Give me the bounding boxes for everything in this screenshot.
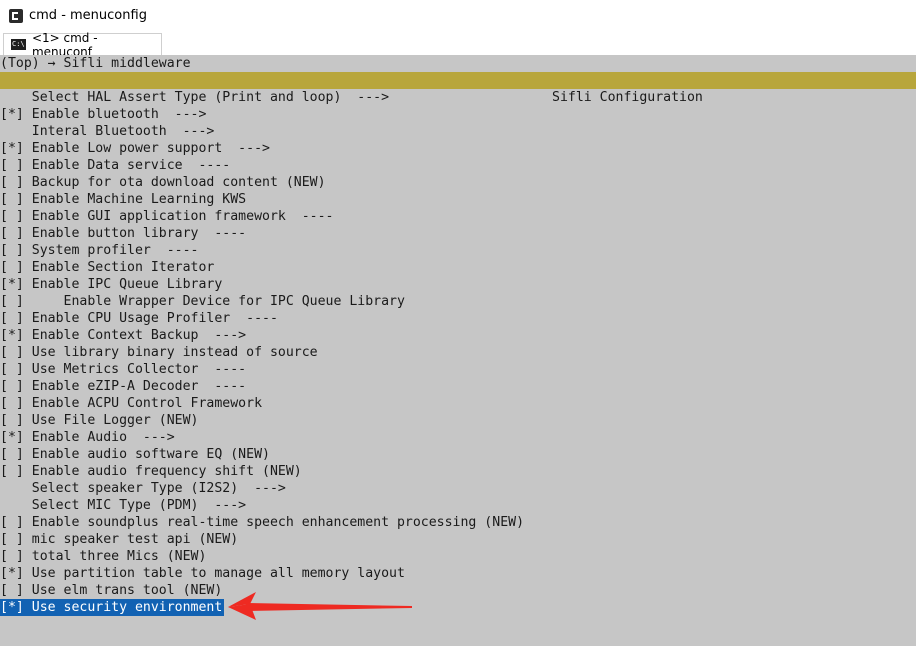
menu-item-selected[interactable]: [*] Use security environment [0,599,916,616]
menu-item[interactable]: [ ] Use library binary instead of source [0,344,916,361]
menu-item[interactable]: [ ] Enable Machine Learning KWS [0,191,916,208]
menu-item[interactable]: [*] Enable Context Backup ---> [0,327,916,344]
menu-item[interactable]: Interal Bluetooth ---> [0,123,916,140]
menu-item[interactable]: [*] Enable Low power support ---> [0,140,916,157]
menu-item[interactable]: [ ] total three Mics (NEW) [0,548,916,565]
menu-item[interactable]: [ ] Enable button library ---- [0,225,916,242]
menu-item[interactable]: [ ] Enable Section Iterator [0,259,916,276]
menu-header-bar: Sifli Configuration [0,72,916,105]
menu-item[interactable]: [ ] Enable GUI application framework ---… [0,208,916,225]
menu-item[interactable]: [ ] Backup for ota download content (NEW… [0,174,916,191]
breadcrumb: (Top) → Sifli middleware [0,56,191,71]
menu-item[interactable]: [ ] Enable soundplus real-time speech en… [0,514,916,531]
menu-item[interactable]: Select MIC Type (PDM) ---> [0,497,916,514]
menu-item[interactable]: [ ] Use elm trans tool (NEW) [0,582,916,599]
terminal-screen[interactable]: (Top) → Sifli middleware Sifli Configura… [0,55,916,646]
menu-item[interactable]: [*] Enable bluetooth ---> [0,106,916,123]
console-icon: C:\ [11,39,26,50]
menu-item[interactable]: [ ] System profiler ---- [0,242,916,259]
menu-item[interactable]: [ ] Use Metrics Collector ---- [0,361,916,378]
tab-bar: C:\ <1> cmd - menuconf [0,31,916,59]
menu-item[interactable]: Select speaker Type (I2S2) ---> [0,480,916,497]
menu-item[interactable]: [ ] Enable CPU Usage Profiler ---- [0,310,916,327]
terminal-app-icon [9,8,23,23]
menu-item[interactable]: [*] Enable IPC Queue Library [0,276,916,293]
arrow-shaft [246,603,412,611]
menu-item[interactable]: [ ] Enable ACPU Control Framework [0,395,916,412]
menu-item[interactable]: [ ] Enable Data service ---- [0,157,916,174]
window-title: cmd - menuconfig [29,8,147,23]
menu-item[interactable]: [ ] Enable audio software EQ (NEW) [0,446,916,463]
menu-item[interactable]: [*] Enable Audio ---> [0,429,916,446]
annotation-arrow-icon [228,592,412,620]
menu-item[interactable]: [ ] mic speaker test api (NEW) [0,531,916,548]
menu-item[interactable]: [ ] Enable audio frequency shift (NEW) [0,463,916,480]
menu-item[interactable]: [ ] Enable Wrapper Device for IPC Queue … [0,293,916,310]
window-titlebar: cmd - menuconfig [0,0,916,31]
menu-item[interactable]: [ ] Enable eZIP-A Decoder ---- [0,378,916,395]
menu-item[interactable]: Select HAL Assert Type (Print and loop) … [0,89,916,106]
menu-item[interactable]: [ ] Use File Logger (NEW) [0,412,916,429]
tab-cmd-menuconfig[interactable]: C:\ <1> cmd - menuconf [3,31,162,59]
menu-item[interactable]: [*] Use partition table to manage all me… [0,565,916,582]
